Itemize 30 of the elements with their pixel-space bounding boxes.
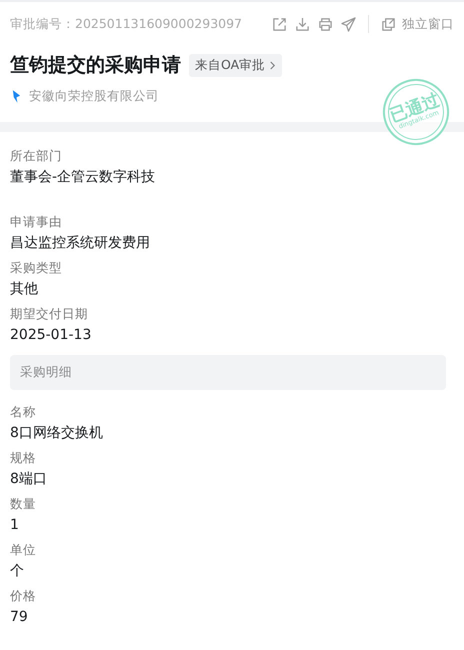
send-icon[interactable] [341, 16, 356, 32]
field-label: 采购类型 [10, 260, 63, 276]
field-label: 所在部门 [10, 148, 63, 164]
field-label: 价格 [10, 588, 37, 604]
field-value: 8端口 [10, 470, 48, 488]
field-label: 期望交付日期 [10, 306, 89, 322]
field-value: 2025-01-13 [10, 326, 92, 344]
field-label: 数量 [10, 496, 37, 512]
field-label: 申请事由 [10, 214, 63, 230]
source-link[interactable]: 来自OA审批 [189, 54, 282, 76]
chevron-right-icon [269, 60, 276, 70]
share-icon[interactable] [272, 16, 287, 32]
field-value: 昌达监控系统研发费用 [10, 234, 151, 252]
field-value: 个 [10, 562, 25, 580]
field-value: 8口网络交换机 [10, 424, 104, 442]
field-value: 79 [10, 608, 29, 626]
field-value: 其他 [10, 280, 39, 298]
field-label: 规格 [10, 450, 37, 466]
field-value: 1 [10, 516, 20, 534]
field-label: 单位 [10, 542, 37, 558]
company-icon [12, 90, 21, 103]
field-label: 名称 [10, 404, 37, 420]
print-icon[interactable] [318, 16, 333, 32]
company-name: 安徽向荣控股有限公司 [29, 88, 159, 105]
field-value: 董事会-企管云数字科技 [10, 168, 156, 186]
download-icon[interactable] [295, 16, 310, 32]
approval-number: 审批编号：202501131609000293097 [10, 16, 242, 32]
window-icon [381, 16, 396, 32]
page-title: 笪钧提交的采购申请 [10, 53, 181, 78]
section-header: 采购明细 [10, 355, 446, 390]
